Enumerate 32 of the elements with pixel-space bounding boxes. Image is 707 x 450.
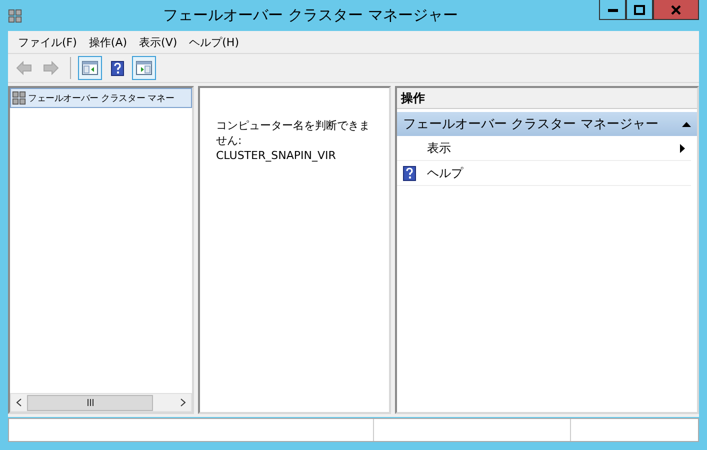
tree-item-label: フェールオーバー クラスター マネー: [28, 92, 174, 104]
pane-toggle-button[interactable]: [132, 56, 156, 80]
actions-header: 操作: [397, 88, 697, 109]
maximize-icon: [634, 4, 645, 14]
cluster-icon: [8, 8, 22, 22]
menu-item[interactable]: 表示(V): [133, 34, 184, 50]
menu-item[interactable]: 操作(A): [82, 34, 134, 50]
minimize-button[interactable]: [599, 0, 626, 20]
menu-item[interactable]: ファイル(F): [12, 34, 83, 50]
forward-arrow-icon: [43, 61, 59, 75]
help-icon: [110, 60, 124, 76]
help-icon: [403, 166, 416, 180]
horizontal-scrollbar[interactable]: [10, 393, 192, 412]
action-item[interactable]: ヘルプ: [397, 161, 691, 186]
maximize-button[interactable]: [626, 0, 653, 20]
actions-section-header[interactable]: フェールオーバー クラスター マネージャー: [397, 112, 697, 136]
error-message: コンピューター名を判断できません: CLUSTER_SNAPIN_VIR: [216, 118, 371, 163]
cluster-icon: [12, 91, 26, 105]
scroll-thumb[interactable]: [27, 394, 153, 410]
close-icon: [671, 4, 681, 14]
pane-toggle-button[interactable]: [78, 56, 102, 80]
submenu-arrow-icon: [680, 144, 685, 152]
pane-toggle-icon: [82, 61, 98, 75]
close-button[interactable]: [653, 0, 699, 20]
minimize-icon: [608, 8, 618, 12]
collapse-icon: [682, 122, 691, 126]
action-item[interactable]: 表示: [397, 136, 691, 161]
menu-item[interactable]: ヘルプ(H): [183, 34, 245, 50]
pane-toggle-icon: [136, 61, 152, 75]
back-arrow-icon: [16, 61, 32, 75]
window-title: フェールオーバー クラスター マネージャー: [162, 6, 459, 25]
tree-item[interactable]: フェールオーバー クラスター マネー: [10, 88, 192, 108]
